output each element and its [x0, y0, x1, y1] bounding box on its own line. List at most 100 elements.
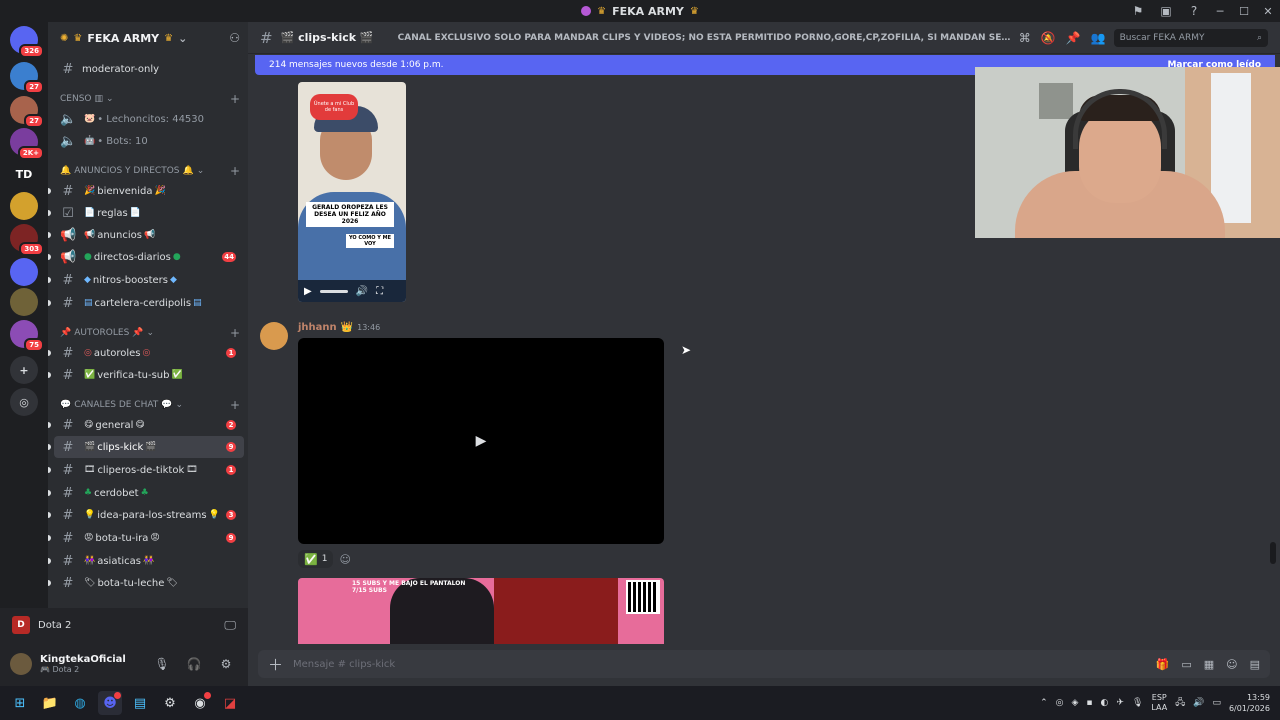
avatar[interactable]	[260, 322, 288, 350]
chevron-up-icon[interactable]: ⌃	[1040, 698, 1048, 708]
voice-channel-lechoncitos[interactable]: 🔈 🐷 • Lechoncitos: 44530	[54, 108, 244, 130]
dota-icon[interactable]: ◪	[218, 691, 242, 715]
add-member-icon[interactable]: ⚇	[229, 31, 240, 45]
pin-icon[interactable]: 📌	[1066, 31, 1081, 45]
gif-icon[interactable]: ▭	[1181, 658, 1191, 671]
mute-icon[interactable]: 🔕	[1041, 31, 1056, 45]
add-channel-icon[interactable]: +	[230, 326, 240, 340]
category-canales-de-chat[interactable]: 💬 CANALES DE CHAT 💬 ⌄ +	[60, 398, 240, 412]
video-attachment[interactable]: 15 SUBS Y ME BAJO EL PANTALON 7/15 SUBS	[298, 578, 664, 644]
video-attachment[interactable]: ▶	[298, 338, 664, 544]
threads-icon[interactable]: ⌘	[1019, 31, 1031, 45]
add-channel-icon[interactable]: +	[230, 92, 240, 106]
channel-idea-para-los-streams[interactable]: # 💡 idea-para-los-streams 💡 3	[48, 504, 244, 526]
server-icon[interactable]	[10, 288, 38, 316]
microphone-icon[interactable]: 🎙	[150, 652, 174, 676]
channel-label: asiaticas	[97, 555, 141, 567]
server-icon[interactable]: 326	[10, 26, 44, 58]
apps-icon[interactable]: ▤	[1250, 658, 1260, 671]
voice-channel-bots[interactable]: 🔈 🤖 • Bots: 10	[54, 130, 244, 152]
headphones-icon[interactable]: 🎧	[182, 652, 206, 676]
video-attachment[interactable]: Únete a mi Club de fans GERALD OROPEZA L…	[298, 82, 406, 302]
channel-cliperos-de-tiktok[interactable]: # 🎞 cliperos-de-tiktok 🎞 1	[48, 459, 244, 481]
obs-icon[interactable]: ◉	[188, 691, 212, 715]
clock[interactable]: 13:59 6/01/2026	[1229, 692, 1270, 714]
tray-icon[interactable]: ◈	[1072, 698, 1079, 708]
fullscreen-icon[interactable]: ⛶	[376, 286, 383, 297]
progress-bar[interactable]	[319, 289, 348, 293]
file-explorer-icon[interactable]: 📁	[38, 691, 62, 715]
battery-icon[interactable]: ▭	[1212, 698, 1221, 708]
channel-reglas[interactable]: ☑ 📄 reglas 📄	[48, 202, 244, 224]
server-icon[interactable]: 27	[10, 96, 44, 128]
notepad-icon[interactable]: ▤	[128, 691, 152, 715]
channel-moderator-only[interactable]: # moderator-only	[54, 58, 244, 80]
emoji-icon[interactable]: ☺	[1226, 658, 1237, 671]
channel-autoroles[interactable]: # ◎ autoroles ◎ 1	[48, 342, 244, 364]
channel-nitros-boosters[interactable]: # ◆ nitros-boosters ◆	[48, 269, 244, 291]
category-censo[interactable]: CENSO ▥ ⌄ +	[60, 92, 240, 106]
members-icon[interactable]: 👥	[1091, 31, 1106, 45]
guild-header[interactable]: ✺ ♛ FEKA ARMY ♛ ⌄ ⚇	[48, 22, 248, 54]
server-icon[interactable]: 27	[10, 62, 44, 94]
tray-icon[interactable]: ◐	[1101, 698, 1109, 708]
channel-verifica-tu-sub[interactable]: # ✅ verifica-tu-sub ✅	[48, 364, 244, 386]
channel-asiaticas[interactable]: # 👭 asiaticas 👭	[48, 550, 244, 572]
language-indicator[interactable]: ESP LAA	[1151, 693, 1167, 713]
category-anuncios[interactable]: 🔔 ANUNCIOS Y DIRECTOS 🔔 ⌄ +	[60, 164, 240, 178]
microphone-icon[interactable]: 🎙	[1132, 698, 1143, 708]
channel-topic[interactable]: CANAL EXCLUSIVO SOLO PARA MANDAR CLIPS Y…	[398, 33, 1011, 43]
channel-cartelera-cerdipolis[interactable]: # ▤ cartelera-cerdipolis ▤	[48, 292, 244, 314]
server-icon[interactable]: 2K+	[10, 128, 44, 160]
server-icon[interactable]: 303	[10, 224, 44, 256]
author-name[interactable]: jhhann	[298, 322, 337, 333]
edge-icon[interactable]: ◍	[68, 691, 92, 715]
screen-share-icon[interactable]: 🖵	[224, 618, 236, 633]
tray-icon[interactable]: ◎	[1056, 698, 1064, 708]
add-server-icon[interactable]: +	[10, 356, 38, 384]
server-icon[interactable]	[10, 192, 38, 220]
volume-icon[interactable]: 🔊	[356, 286, 368, 297]
discord-icon[interactable]: ☻	[98, 691, 122, 715]
help-icon[interactable]: ?	[1180, 0, 1208, 22]
maximize-button[interactable]: ☐	[1232, 0, 1256, 22]
add-channel-icon[interactable]: +	[230, 164, 240, 178]
scrollbar[interactable]	[1270, 542, 1276, 564]
windows-start-icon[interactable]: ⊞	[8, 691, 32, 715]
tray-icon[interactable]: ▪	[1086, 698, 1092, 708]
channel-clips-kick[interactable]: # 🎬 clips-kick 🎬 9	[48, 436, 244, 458]
network-icon[interactable]: 🖧	[1175, 695, 1185, 711]
add-reaction-icon[interactable]: ☺	[339, 553, 350, 566]
channel-tu-leche[interactable]: # 🏷 bota-tu-leche 🏷	[48, 572, 244, 594]
minimize-button[interactable]: ─	[1208, 0, 1232, 22]
volume-icon[interactable]: 🔊	[1193, 698, 1204, 708]
play-icon[interactable]: ▶	[304, 286, 312, 297]
close-button[interactable]: ✕	[1256, 0, 1280, 22]
channel-directos-diarios[interactable]: 📢 ● directos-diarios ● 44	[48, 246, 244, 268]
gear-icon[interactable]: ⚙	[214, 652, 238, 676]
inbox-icon[interactable]: ⚑	[1124, 0, 1152, 22]
channel-bota-tu-ira[interactable]: # 😡 bota-tu-ira 😡 9	[48, 527, 244, 549]
add-attachment-icon[interactable]: ＋	[268, 654, 283, 675]
reaction-check[interactable]: ✅ 1	[298, 550, 334, 568]
steam-icon[interactable]: ⚙	[158, 691, 182, 715]
avatar[interactable]	[10, 653, 32, 675]
message-input[interactable]: Mensaje # clips-kick	[293, 659, 1146, 670]
channel-bienvenida[interactable]: # 🎉 bienvenida 🎉	[48, 180, 244, 202]
tray-icon[interactable]: ✈	[1116, 698, 1124, 708]
server-icon[interactable]: TD	[10, 160, 38, 188]
gift-icon[interactable]: 🎁	[1156, 658, 1170, 671]
screen-share-icon[interactable]: ▣	[1152, 0, 1180, 22]
sticker-icon[interactable]: ▦	[1204, 658, 1214, 671]
channel-cerdobet[interactable]: # ♣ cerdobet ♣	[48, 482, 244, 504]
message-composer[interactable]: ＋ Mensaje # clips-kick 🎁 ▭ ▦ ☺ ▤	[258, 650, 1270, 678]
discover-icon[interactable]: ◎	[10, 388, 38, 416]
search-input[interactable]: Buscar FEKA ARMY ⌕	[1113, 28, 1268, 47]
channel-anuncios[interactable]: 📢 📢 anuncios 📢	[48, 224, 244, 246]
add-channel-icon[interactable]: +	[230, 398, 240, 412]
channel-general[interactable]: # 😋 general 😋 2	[48, 414, 244, 436]
server-icon[interactable]: 75	[10, 320, 44, 352]
category-autoroles[interactable]: 📌 AUTOROLES 📌 ⌄ +	[60, 326, 240, 340]
server-icon[interactable]	[10, 258, 38, 286]
play-icon[interactable]: ▶	[476, 433, 487, 449]
